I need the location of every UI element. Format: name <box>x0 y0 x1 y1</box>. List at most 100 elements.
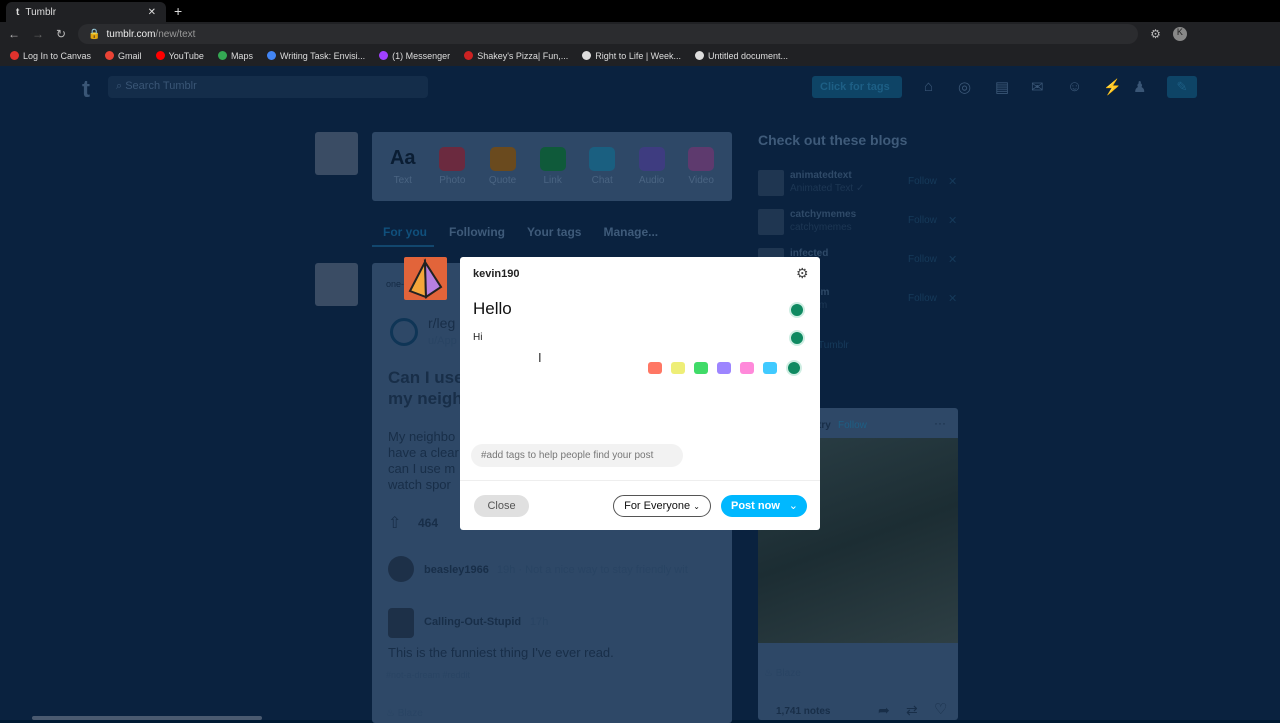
settings-gear-icon[interactable]: ⚙ <box>796 265 809 282</box>
new-tab-button[interactable]: + <box>174 3 182 19</box>
url-host: tumblr.com <box>106 28 156 40</box>
follow-button[interactable]: Follow <box>908 215 937 226</box>
post-type-video[interactable]: Video <box>688 147 715 186</box>
chat-block-icon[interactable] <box>671 362 685 374</box>
forward-icon[interactable]: → <box>32 27 44 41</box>
user-avatar[interactable] <box>315 132 358 175</box>
post-type-label: Quote <box>488 175 517 186</box>
bookmark-item[interactable]: Shakey's Pizza| Fun,... <box>464 51 568 61</box>
bookmark-item[interactable]: Log In to Canvas <box>10 51 91 61</box>
explore-icon[interactable]: ◎ <box>958 78 971 96</box>
tab-your-tags[interactable]: Your tags <box>527 225 581 239</box>
audio-block-icon[interactable] <box>717 362 731 374</box>
reblog-icon[interactable]: ⇄ <box>906 702 918 719</box>
grammarly-icon[interactable] <box>789 302 805 318</box>
post-type-label: Photo <box>439 175 466 186</box>
dismiss-icon[interactable]: ✕ <box>948 214 957 227</box>
reload-icon[interactable]: ↻ <box>56 27 66 41</box>
post-composer-modal <box>460 257 820 530</box>
browser-tab[interactable]: t Tumblr ✕ <box>6 2 166 22</box>
grammarly-icon[interactable] <box>786 360 802 376</box>
shop-icon[interactable]: ▤ <box>995 78 1009 96</box>
bookmark-item[interactable]: (1) Messenger <box>379 51 450 61</box>
post-type-photo[interactable]: Photo <box>439 147 465 186</box>
search-input[interactable]: ⌕ Search Tumblr <box>108 76 428 98</box>
blog-name[interactable]: catchymemes <box>790 209 856 220</box>
post-type-text[interactable]: Aa Text <box>390 147 416 186</box>
audience-label: For Everyone <box>624 500 691 512</box>
comment-user[interactable]: beasley1966 <box>424 564 489 576</box>
bookmark-item[interactable]: Untitled document... <box>695 51 788 61</box>
post-type-chat[interactable]: Chat <box>589 147 616 186</box>
account-icon[interactable]: ♟ <box>1133 78 1146 96</box>
tab-following[interactable]: Following <box>449 225 505 239</box>
home-icon[interactable]: ⌂ <box>924 78 933 95</box>
tags-input[interactable]: #add tags to help people find your post <box>471 444 683 467</box>
inbox-icon[interactable]: ✉ <box>1031 78 1044 96</box>
post-title-field[interactable]: Hello <box>473 299 512 319</box>
bookmark-favicon-icon <box>695 51 705 60</box>
post-author-avatar[interactable] <box>315 263 358 306</box>
post-blog-name[interactable]: one- <box>386 279 404 289</box>
blog-avatar[interactable] <box>758 209 784 235</box>
commenter-avatar <box>388 608 414 638</box>
recommended-blog: catchymemes catchymemes Follow ✕ <box>758 209 958 239</box>
dismiss-icon[interactable]: ✕ <box>948 253 957 266</box>
activity-icon[interactable]: ⚡ <box>1103 78 1122 96</box>
close-tab-icon[interactable]: ✕ <box>148 7 156 18</box>
radar-blaze-button[interactable]: ♨ Blaze <box>764 668 801 679</box>
post-type-label: Audio <box>638 175 665 186</box>
video-block-icon[interactable] <box>740 362 754 374</box>
bookmark-favicon-icon <box>155 51 165 60</box>
grammarly-icon[interactable] <box>789 330 805 346</box>
extensions-icon[interactable]: ⚙ <box>1150 27 1161 41</box>
tab-for-you[interactable]: For you <box>383 225 427 239</box>
tab-manage[interactable]: Manage... <box>603 225 658 239</box>
radar-follow-link[interactable]: Follow <box>838 420 867 431</box>
follow-button[interactable]: Follow <box>908 293 937 304</box>
blog-avatar[interactable] <box>758 170 784 196</box>
photo-block-icon[interactable] <box>648 362 662 374</box>
dismiss-icon[interactable]: ✕ <box>948 292 957 305</box>
more-options-icon[interactable]: ··· <box>934 416 946 430</box>
comment-user[interactable]: Calling-Out-Stupid <box>424 616 521 628</box>
profile-avatar[interactable]: K <box>1172 27 1187 41</box>
post-type-link[interactable]: Link <box>539 147 566 186</box>
list-block-icon[interactable] <box>763 362 777 374</box>
audience-dropdown[interactable]: For Everyone ⌄ <box>613 495 711 517</box>
dismiss-icon[interactable]: ✕ <box>948 175 957 188</box>
post-type-audio[interactable]: Audio <box>638 147 665 186</box>
upvote-icon[interactable]: ⇧ <box>388 513 401 533</box>
bookmark-item[interactable]: Right to Life | Week... <box>582 51 681 61</box>
like-icon[interactable]: ♡ <box>934 700 947 718</box>
new-post-button[interactable]: ✎ <box>1167 76 1197 98</box>
post-type-quote[interactable]: Quote <box>489 147 516 186</box>
text-icon: Aa <box>389 147 416 169</box>
notes-count[interactable]: 1,741 notes <box>776 706 830 717</box>
tumblr-logo[interactable]: t <box>82 76 90 104</box>
post-now-button[interactable]: Post now ⌄ <box>721 495 807 517</box>
chevron-down-icon[interactable]: ⌄ <box>789 499 798 512</box>
url-field[interactable]: 🔒 tumblr.com/new/text <box>78 24 1139 44</box>
follow-button[interactable]: Follow <box>908 176 937 187</box>
blog-name[interactable]: animatedtext <box>790 170 852 181</box>
link-block-icon[interactable] <box>694 362 708 374</box>
composer-username[interactable]: kevin190 <box>473 268 519 280</box>
bookmark-item[interactable]: Writing Task: Envisi... <box>266 51 365 61</box>
post-tags[interactable]: #not-a-dream #reddit <box>386 670 470 680</box>
show-more-blogs-link[interactable]: Tumblr <box>818 340 849 351</box>
share-icon[interactable]: ➦ <box>878 702 890 719</box>
post-title-line: Can I use <box>388 368 464 387</box>
bookmark-item[interactable]: YouTube <box>155 51 204 61</box>
horizontal-scrollbar[interactable] <box>32 716 262 720</box>
cta-button[interactable]: Click for tags <box>812 76 902 98</box>
post-body-field[interactable]: Hi <box>473 332 482 343</box>
messages-icon[interactable]: ☺ <box>1067 78 1082 95</box>
close-button[interactable]: Close <box>474 495 529 517</box>
follow-button[interactable]: Follow <box>908 254 937 265</box>
bookmark-label: Gmail <box>118 51 142 61</box>
bookmark-item[interactable]: Maps <box>217 51 253 61</box>
blaze-button[interactable]: ♨ Blaze <box>386 708 423 719</box>
bookmark-item[interactable]: Gmail <box>105 51 142 61</box>
back-icon[interactable]: ← <box>8 27 20 41</box>
